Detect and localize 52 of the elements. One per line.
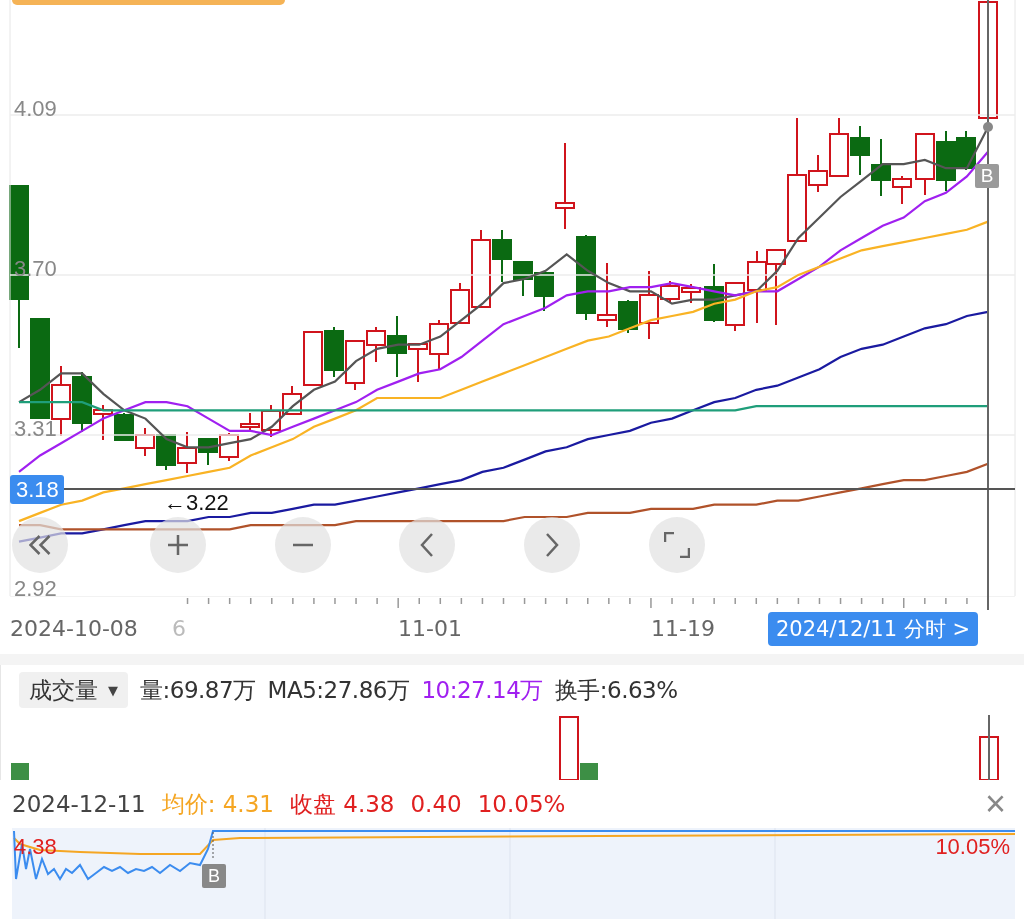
zoom-out-button[interactable] xyxy=(275,517,331,573)
axis-label: 4.09 xyxy=(14,95,57,121)
previous-button[interactable] xyxy=(399,517,455,573)
price-stat: 收盘 4.38 xyxy=(289,789,395,819)
date-label: 2024-12-11 xyxy=(12,791,146,817)
volume-stat: 换手:6.63% xyxy=(554,675,678,705)
candlestick xyxy=(324,326,344,378)
axis-label: 3.31 xyxy=(14,415,57,441)
chevron-left-icon xyxy=(420,533,434,557)
change-label: 10.05% xyxy=(935,834,1010,860)
indicator-dropdown[interactable]: 成交量 ▼ xyxy=(19,672,128,708)
fullscreen-button[interactable] xyxy=(649,517,705,573)
price-tag: 3.18 xyxy=(10,475,64,504)
zoom-in-button[interactable] xyxy=(150,517,206,573)
axis-label: 11-01 xyxy=(398,616,462,641)
candlestick xyxy=(725,282,745,332)
double-chevron-icon xyxy=(29,535,51,555)
price-stat: 均价: 4.31 xyxy=(161,789,274,819)
trade-badge: B xyxy=(202,864,226,888)
next-button[interactable] xyxy=(524,517,580,573)
candlestick xyxy=(915,133,935,196)
price-stat: 10.05% xyxy=(477,791,566,817)
candlestick xyxy=(114,412,134,441)
rewind-button[interactable] xyxy=(12,517,68,573)
date-button[interactable]: 2024/12/11 分时 > xyxy=(768,612,978,646)
candlestick xyxy=(534,272,554,312)
volume-stat: 10:27.14万 xyxy=(421,675,543,705)
minus-icon xyxy=(292,543,314,547)
candlestick xyxy=(345,340,365,391)
axis-label: 6 xyxy=(172,616,186,641)
close-button[interactable]: × xyxy=(984,786,1006,822)
volume-stat: MA5:27.86万 xyxy=(267,675,410,705)
candlestick xyxy=(156,434,176,471)
axis-label: 2024-10-08 xyxy=(10,616,138,641)
point-marker xyxy=(983,122,993,132)
volume-stat: 量:69.87万 xyxy=(140,675,256,705)
volume-bar xyxy=(11,763,29,780)
candlestick xyxy=(850,125,870,176)
candlestick xyxy=(681,283,701,304)
axis-label: 11-19 xyxy=(651,616,715,641)
fullscreen-icon xyxy=(664,532,690,558)
trade-badge: B xyxy=(975,164,999,188)
candlestick xyxy=(135,427,155,457)
candlestick xyxy=(704,263,724,323)
plus-icon xyxy=(167,534,189,556)
candlestick xyxy=(429,319,449,371)
crosshair-line xyxy=(988,715,990,780)
low-marker: ←3.22 xyxy=(164,490,229,516)
price-stat: 0.40 xyxy=(410,791,462,817)
axis-label: 2.92 xyxy=(14,576,57,596)
marker-line xyxy=(212,831,214,859)
chevron-right-icon xyxy=(545,533,559,557)
